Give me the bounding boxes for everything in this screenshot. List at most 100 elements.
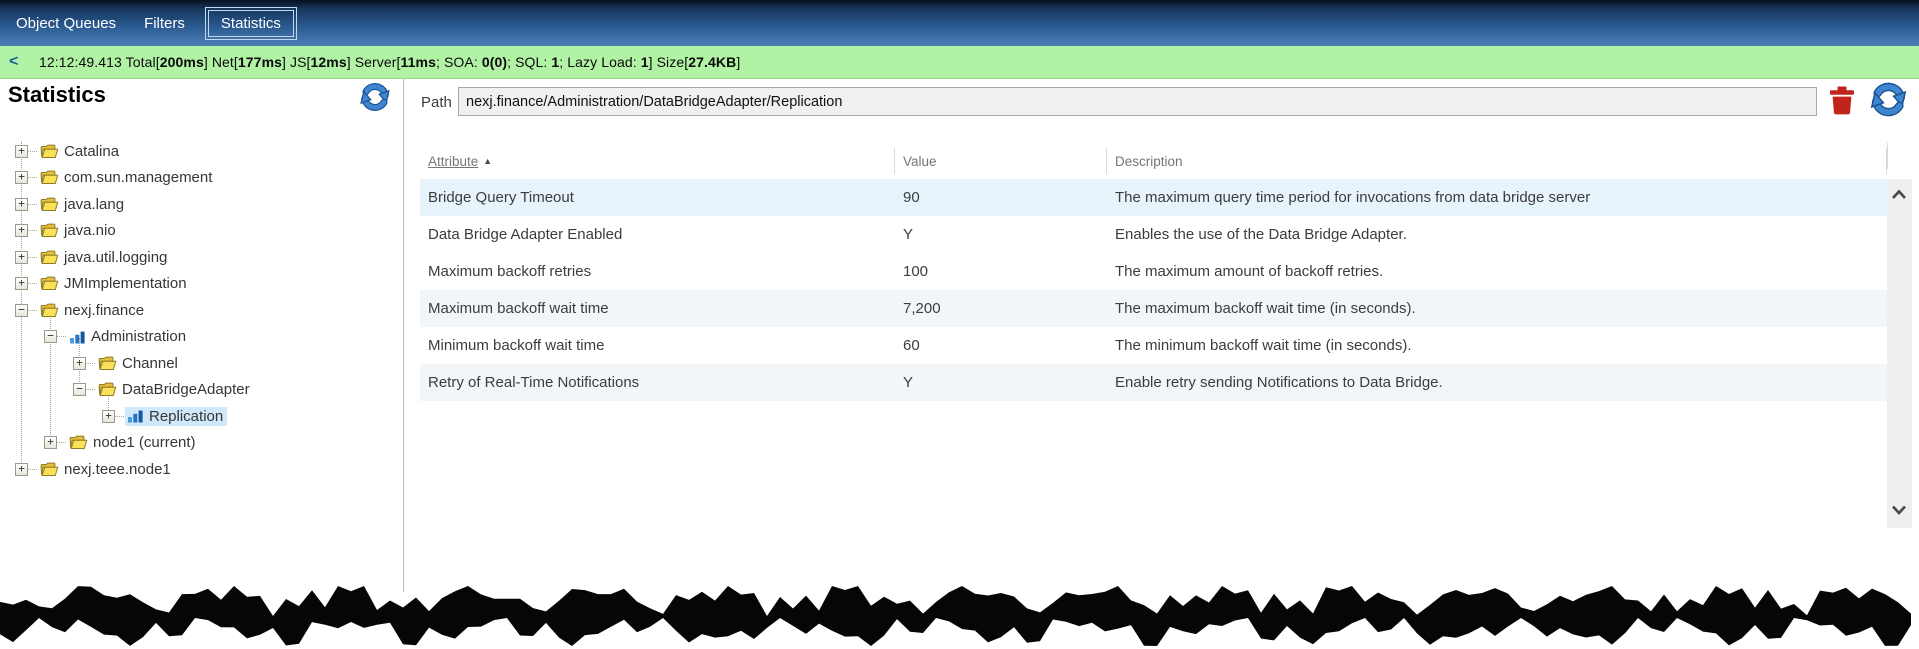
tree-item-administration[interactable]: −Administration [0, 324, 400, 351]
table-header-separator [1887, 143, 1888, 169]
tree-node-content[interactable]: Catalina [38, 142, 123, 161]
tree-item-catalina[interactable]: + Catalina [0, 138, 400, 165]
sidebar-divider [403, 78, 404, 592]
tree-stub [86, 389, 95, 390]
tree-stub [28, 283, 37, 284]
expand-icon[interactable]: + [44, 436, 57, 449]
tree-node-content[interactable]: Administration [67, 327, 190, 346]
tree-node-content[interactable]: node1 (current) [67, 433, 200, 452]
scroll-up-icon[interactable] [1891, 187, 1907, 205]
tree-node-content[interactable]: Replication [125, 407, 227, 426]
tree-item-java-lang[interactable]: + java.lang [0, 191, 400, 218]
status-segment: ; SOA: [436, 54, 482, 70]
status-segment: ] JS[ [282, 54, 311, 70]
main-refresh-button[interactable] [1868, 79, 1909, 125]
tree-stub [28, 310, 37, 311]
top-nav-bar: Object QueuesFilters Statistics [0, 0, 1919, 46]
tree-node-content[interactable]: java.util.logging [38, 248, 171, 267]
back-icon[interactable]: < [9, 53, 31, 71]
folder-icon [40, 223, 59, 238]
refresh-icon [358, 101, 392, 118]
tree-node-content[interactable]: JMImplementation [38, 274, 191, 293]
tree-node-content[interactable]: java.nio [38, 221, 120, 240]
tree-item-label: java.lang [64, 196, 124, 213]
expand-icon[interactable]: + [15, 171, 28, 184]
tree-stub [28, 177, 37, 178]
delete-button[interactable] [1829, 86, 1855, 120]
value-cell: Y [895, 364, 1107, 401]
tree-stub [28, 230, 37, 231]
table-row[interactable]: Bridge Query Timeout90The maximum query … [420, 179, 1887, 216]
expand-icon[interactable]: + [15, 251, 28, 264]
attribute-cell: Maximum backoff wait time [420, 290, 895, 327]
tree-item-databridgeadapter[interactable]: −DataBridgeAdapter [0, 377, 400, 404]
tree-node-content[interactable]: nexj.finance [38, 301, 148, 320]
folder-icon [40, 170, 59, 185]
expand-icon[interactable]: + [102, 410, 115, 423]
column-header-attribute[interactable]: Attribute▲ [420, 148, 895, 174]
status-segment: 12:12:49.413 Total[ [39, 54, 160, 70]
tree-item-channel[interactable]: + Channel [0, 350, 400, 377]
table-row[interactable]: Retry of Real-Time NotificationsYEnable … [420, 364, 1887, 401]
tree-node-content[interactable]: nexj.teee.node1 [38, 460, 175, 479]
tree-stub [28, 257, 37, 258]
table-row[interactable]: Data Bridge Adapter EnabledYEnables the … [420, 216, 1887, 253]
collapse-icon[interactable]: − [73, 383, 86, 396]
collapse-icon[interactable]: − [44, 330, 57, 343]
status-segment: 27.4KB [688, 54, 736, 70]
tab-filters[interactable]: Filters [132, 9, 197, 38]
tree-node-content[interactable]: Channel [96, 354, 182, 373]
tree-item-nexj-finance[interactable]: −nexj.finance [0, 297, 400, 324]
tree-item-nexj-teee-node1[interactable]: + nexj.teee.node1 [0, 456, 400, 483]
tree-stub [57, 442, 66, 443]
tree-item-label: java.nio [64, 222, 116, 239]
description-cell: The maximum backoff wait time (in second… [1107, 290, 1887, 327]
status-segment: ; Lazy Load: [559, 54, 640, 70]
tree-node-content[interactable]: com.sun.management [38, 168, 216, 187]
attribute-cell: Bridge Query Timeout [420, 179, 895, 216]
tab-object-queues[interactable]: Object Queues [4, 9, 128, 38]
tree-stub [115, 416, 124, 417]
path-input[interactable] [458, 87, 1817, 116]
status-segment: 200ms [160, 54, 204, 70]
folder-icon [69, 435, 88, 450]
scroll-down-icon[interactable] [1891, 502, 1907, 520]
table-row[interactable]: Maximum backoff retries100The maximum am… [420, 253, 1887, 290]
table-row[interactable]: Minimum backoff wait time60The minimum b… [420, 327, 1887, 364]
collapse-icon[interactable]: − [15, 304, 28, 317]
attributes-table: Attribute▲ Value Description Bridge Query … [420, 143, 1887, 401]
folder-icon [40, 250, 59, 265]
expand-icon[interactable]: + [15, 463, 28, 476]
column-header-description[interactable]: Description [1107, 148, 1887, 174]
attribute-cell: Data Bridge Adapter Enabled [420, 216, 895, 253]
description-cell: The maximum amount of backoff retries. [1107, 253, 1887, 290]
bar-chart-icon [69, 330, 86, 344]
statistics-tree: + Catalina + com.sun.management + java.lang + j… [0, 138, 400, 483]
column-header-value[interactable]: Value [895, 148, 1107, 174]
vertical-scrollbar[interactable] [1887, 179, 1912, 528]
column-header-label: Value [903, 154, 937, 169]
expand-icon[interactable]: + [73, 357, 86, 370]
value-cell: 90 [895, 179, 1107, 216]
tree-item-java-nio[interactable]: + java.nio [0, 218, 400, 245]
tab-label: Statistics [208, 10, 294, 37]
tree-item-jmimplementation[interactable]: + JMImplementation [0, 271, 400, 298]
description-cell: The minimum backoff wait time (in second… [1107, 327, 1887, 364]
column-header-label: Description [1115, 154, 1183, 169]
description-cell: The maximum query time period for invoca… [1107, 179, 1887, 216]
table-row[interactable]: Maximum backoff wait time7,200The maximu… [420, 290, 1887, 327]
tree-item-com-sun-management[interactable]: + com.sun.management [0, 165, 400, 192]
tree-item-label: Channel [122, 355, 178, 372]
expand-icon[interactable]: + [15, 145, 28, 158]
tab-statistics[interactable]: Statistics [205, 7, 297, 40]
sidebar-refresh-button[interactable] [358, 80, 392, 119]
expand-icon[interactable]: + [15, 277, 28, 290]
tree-node-content[interactable]: DataBridgeAdapter [96, 380, 254, 399]
tree-item-replication[interactable]: + Replication [0, 403, 400, 430]
status-bar: < 12:12:49.413 Total[200ms] Net[177ms] J… [0, 46, 1919, 79]
expand-icon[interactable]: + [15, 198, 28, 211]
tree-node-content[interactable]: java.lang [38, 195, 128, 214]
tree-item-java-util-logging[interactable]: + java.util.logging [0, 244, 400, 271]
expand-icon[interactable]: + [15, 224, 28, 237]
tree-item-node1-current-[interactable]: + node1 (current) [0, 430, 400, 457]
